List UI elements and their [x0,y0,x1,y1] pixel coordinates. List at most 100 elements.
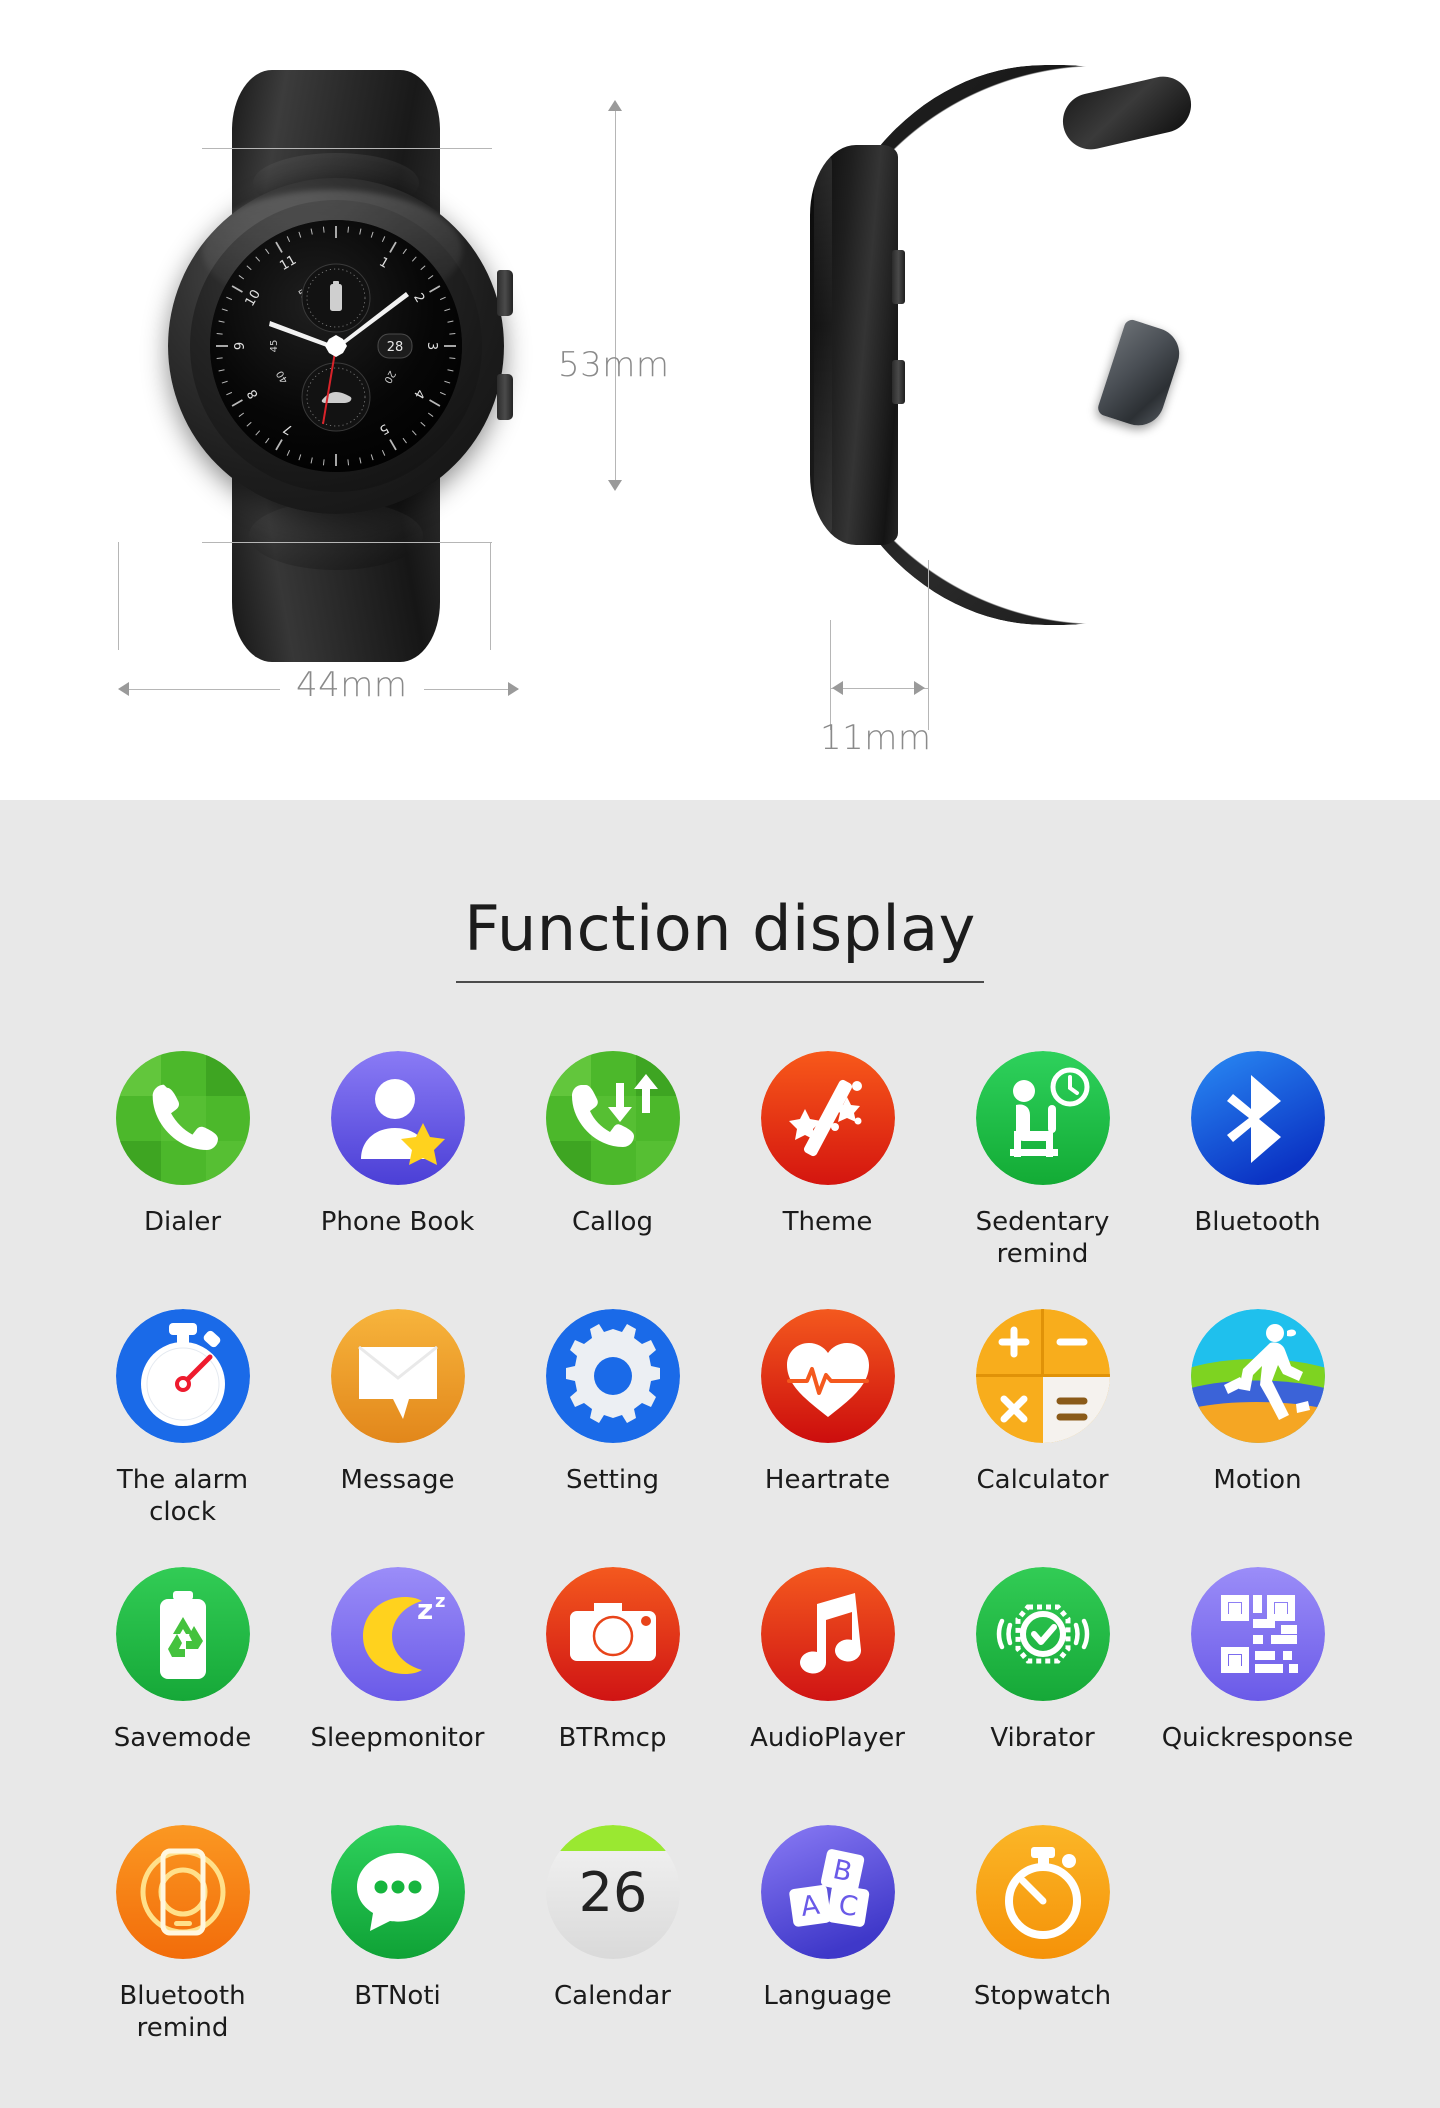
calendar-26-icon[interactable]: 26 [545,1825,680,1959]
app-tile[interactable]: BTNoti [290,1825,505,2065]
app-tile[interactable]: Phone Book [290,1051,505,1291]
app-tile[interactable]: Dialer [75,1051,290,1291]
phone-handset-icon[interactable] [115,1051,250,1185]
dimension-guide-top [202,148,492,149]
app-label: Calculator [976,1465,1109,1495]
app-tile[interactable]: AudioPlayer [720,1567,935,1807]
step-subdial [301,362,371,432]
side-button-bottom [892,360,905,404]
function-display-panel: Function display Dialer Phone Book Callog T… [0,800,1440,2108]
app-label: Savemode [113,1723,252,1753]
heart-pulse-icon[interactable] [760,1309,895,1443]
svg-text:26: 26 [578,1861,647,1924]
app-label: Bluetooth remind [119,1981,246,2043]
app-tile[interactable]: Heartrate [720,1309,935,1549]
app-label: Heartrate [764,1465,891,1495]
watch-vibrate-icon[interactable] [975,1567,1110,1701]
app-label: BTRmcp [558,1723,667,1753]
dimension-guide-right [490,542,491,650]
app-tile[interactable]: Message [290,1309,505,1549]
battery-subdial [301,263,371,333]
app-label: AudioPlayer [750,1723,905,1753]
app-label: Theme [782,1207,873,1237]
magic-wand-icon[interactable] [760,1051,895,1185]
date-complication-value: 28 [387,340,404,355]
app-label: Vibrator [990,1723,1095,1753]
app-label: Callog [572,1207,653,1237]
product-dimensions-panel: 123457891011 20404555 [0,0,1440,800]
phone-signal-icon[interactable] [115,1825,250,1959]
watch-dial: 123457891011 20404555 [210,220,462,472]
app-tile[interactable]: Theme [720,1051,935,1291]
contact-star-icon[interactable] [330,1051,465,1185]
app-tile[interactable]: Sedentary remind [935,1051,1150,1291]
app-icon-grid: Dialer Phone Book Callog Theme Sedentary rem… [75,1051,1365,2065]
app-label: Quickresponse [1161,1723,1354,1753]
page-title: Function display [456,892,984,983]
envelope-bubble-icon[interactable] [330,1309,465,1443]
running-person-icon[interactable] [1190,1309,1325,1443]
sitting-person-clock-icon[interactable] [975,1051,1110,1185]
date-window: 28 [377,333,413,359]
app-label: The alarm clock [116,1465,249,1527]
app-label: Dialer [143,1207,222,1237]
app-tile[interactable]: Quickresponse [1150,1567,1365,1807]
dimension-guide-left [118,542,119,650]
app-tile[interactable]: Stopwatch [935,1825,1150,2065]
watch-case: 123457891011 20404555 [168,178,513,514]
stopwatch-icon[interactable] [975,1825,1110,1959]
side-button-top [892,250,905,304]
app-label: Sleepmonitor [310,1723,485,1753]
gear-icon[interactable] [545,1309,680,1443]
app-tile[interactable]: Vibrator [935,1567,1150,1807]
watch-body-side [810,145,905,545]
moon-zzz-icon[interactable]: zz [330,1567,465,1701]
alarm-stopwatch-icon[interactable] [115,1309,250,1443]
app-label: Language [763,1981,892,2011]
app-tile[interactable]: z z Sleepmonitor [290,1567,505,1807]
app-tile[interactable]: Motion [1150,1309,1365,1549]
app-tile[interactable]: Bluetooth [1150,1051,1365,1291]
svg-text:z: z [435,1591,445,1612]
app-label: Sedentary remind [975,1207,1110,1269]
app-tile[interactable]: The alarm clock [75,1309,290,1549]
thickness-dimension-label: 11mm [820,718,932,758]
watch-side-view [810,55,1350,665]
app-label: Setting [565,1465,660,1495]
bluetooth-icon[interactable] [1190,1051,1325,1185]
app-label: Motion [1213,1465,1302,1495]
app-tile[interactable]: Calculator [935,1309,1150,1549]
app-label: Calendar [554,1981,671,2011]
app-tile[interactable]: BTRmcp [505,1567,720,1807]
app-label: BTNoti [354,1981,441,2011]
app-label: Phone Book [320,1207,475,1237]
app-tile[interactable]: B A C Language [720,1825,935,2065]
watch-front-view: 123457891011 20404555 [118,50,560,662]
app-tile[interactable]: Callog [505,1051,720,1291]
abc-blocks-icon[interactable]: BAC [760,1825,895,1959]
dimension-guide-bottom [202,542,492,543]
svg-text:9: 9 [233,342,248,350]
app-label: Stopwatch [973,1981,1112,2011]
battery-recycle-icon[interactable] [115,1567,250,1701]
app-tile[interactable]: Bluetooth remind [75,1825,290,2065]
svg-text:z: z [417,1593,433,1626]
width-dimension-label: 44mm [280,665,424,705]
app-tile[interactable]: Savemode [75,1567,290,1807]
watch-crown-button-top [497,270,513,316]
app-tile[interactable]: 26 Calendar [505,1825,720,2065]
camera-icon[interactable] [545,1567,680,1701]
chat-bubble-dots-icon[interactable] [330,1825,465,1959]
app-label: Bluetooth [1194,1207,1321,1237]
calculator-icon[interactable] [975,1309,1110,1443]
function-display-heading-wrap: Function display [0,800,1440,983]
app-tile[interactable]: Setting [505,1309,720,1549]
qr-code-icon[interactable] [1190,1567,1325,1701]
call-log-arrows-icon[interactable] [545,1051,680,1185]
app-label: Message [340,1465,455,1495]
svg-text:45: 45 [269,340,280,353]
watch-crown-button-bottom [497,374,513,420]
music-note-icon[interactable] [760,1567,895,1701]
svg-text:3: 3 [424,342,439,350]
height-dimension-label: 53mm [558,345,670,385]
